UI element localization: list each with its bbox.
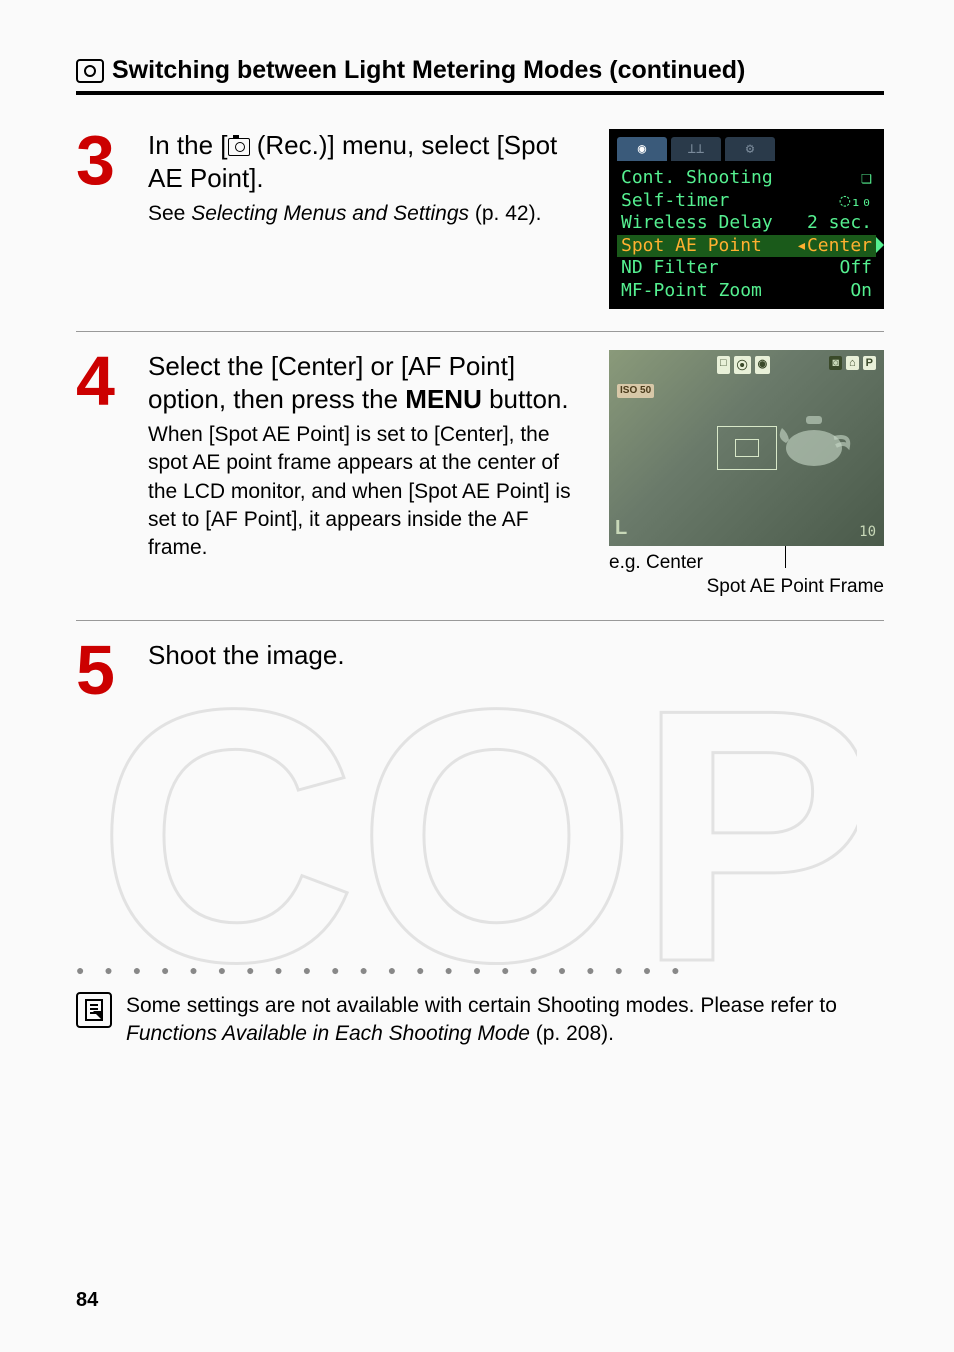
menu-line: MF-Point ZoomOn — [617, 280, 876, 303]
lcd-orientation-icon: ⌂ — [846, 356, 859, 370]
screenshot-caption-sub: Spot AE Point Frame — [609, 576, 884, 598]
lcd-metering-icon: □ — [717, 356, 730, 374]
step-3: 3 In the [ (Rec.)] menu, select [Spot AE… — [76, 129, 884, 309]
caption-leader-line — [785, 546, 786, 568]
screenshot-caption: e.g. Center — [609, 552, 884, 574]
step-number: 4 — [76, 350, 128, 598]
footnote-text: Some settings are not available with cer… — [126, 992, 884, 1049]
menu-line: Self-timer◌₁₀ — [617, 190, 876, 213]
lcd-screenshot: □ ⦿ ◉ ◙ ⌂ P ISO 50 — [609, 350, 884, 598]
lcd-mode-icon: P — [863, 356, 876, 370]
lcd-teapot-graphic — [774, 398, 854, 468]
step-4: 4 Select the [Center] or [AF Point] opti… — [76, 331, 884, 598]
step-heading: Shoot the image. — [148, 639, 884, 672]
metering-mode-icon — [76, 59, 104, 83]
menu-tab-setup-icon: ⚙ — [725, 137, 775, 161]
menu-line: ND FilterOff — [617, 257, 876, 280]
lcd-macro-icon: ◉ — [755, 356, 771, 374]
menu-line-selected: Spot AE Point◂Center — [617, 235, 876, 258]
menu-screenshot: ◉ ⟂⟂ ⚙ Cont. Shooting❏ Self-timer◌₁₀ Wir… — [609, 129, 884, 309]
lcd-size-indicator: L — [615, 517, 627, 540]
page-number: 84 — [76, 1289, 98, 1312]
step-body: When [Spot AE Point] is set to [Center],… — [148, 421, 589, 563]
lcd-spot-ae-frame — [735, 439, 759, 457]
menu-line: Wireless Delay2 sec. — [617, 212, 876, 235]
note-icon — [76, 992, 112, 1028]
lcd-shots-remaining: 10 — [859, 524, 876, 540]
step-5: 5 Shoot the image. — [76, 620, 884, 702]
menu-tab-tools-icon: ⟂⟂ — [671, 137, 721, 161]
section-header: Switching between Light Metering Modes (… — [76, 56, 884, 95]
lcd-hist-icon: ◙ — [829, 356, 842, 370]
step-body: See Selecting Menus and Settings (p. 42)… — [148, 200, 589, 228]
step-number: 3 — [76, 129, 128, 309]
camera-rec-icon — [228, 138, 250, 156]
menu-line: Cont. Shooting❏ — [617, 167, 876, 190]
lcd-flash-icon: ⦿ — [734, 356, 751, 374]
footnote: Some settings are not available with cer… — [76, 992, 884, 1049]
lcd-iso-badge: ISO 50 — [617, 384, 654, 398]
step-heading: In the [ (Rec.)] menu, select [Spot AE P… — [148, 129, 589, 194]
step-heading: Select the [Center] or [AF Point] option… — [148, 350, 589, 415]
step-number: 5 — [76, 639, 128, 702]
separator-dots: ● ● ● ● ● ● ● ● ● ● ● ● ● ● ● ● ● ● ● ● … — [76, 962, 884, 978]
section-title: Switching between Light Metering Modes (… — [112, 56, 745, 85]
menu-tab-camera-icon: ◉ — [617, 137, 667, 161]
